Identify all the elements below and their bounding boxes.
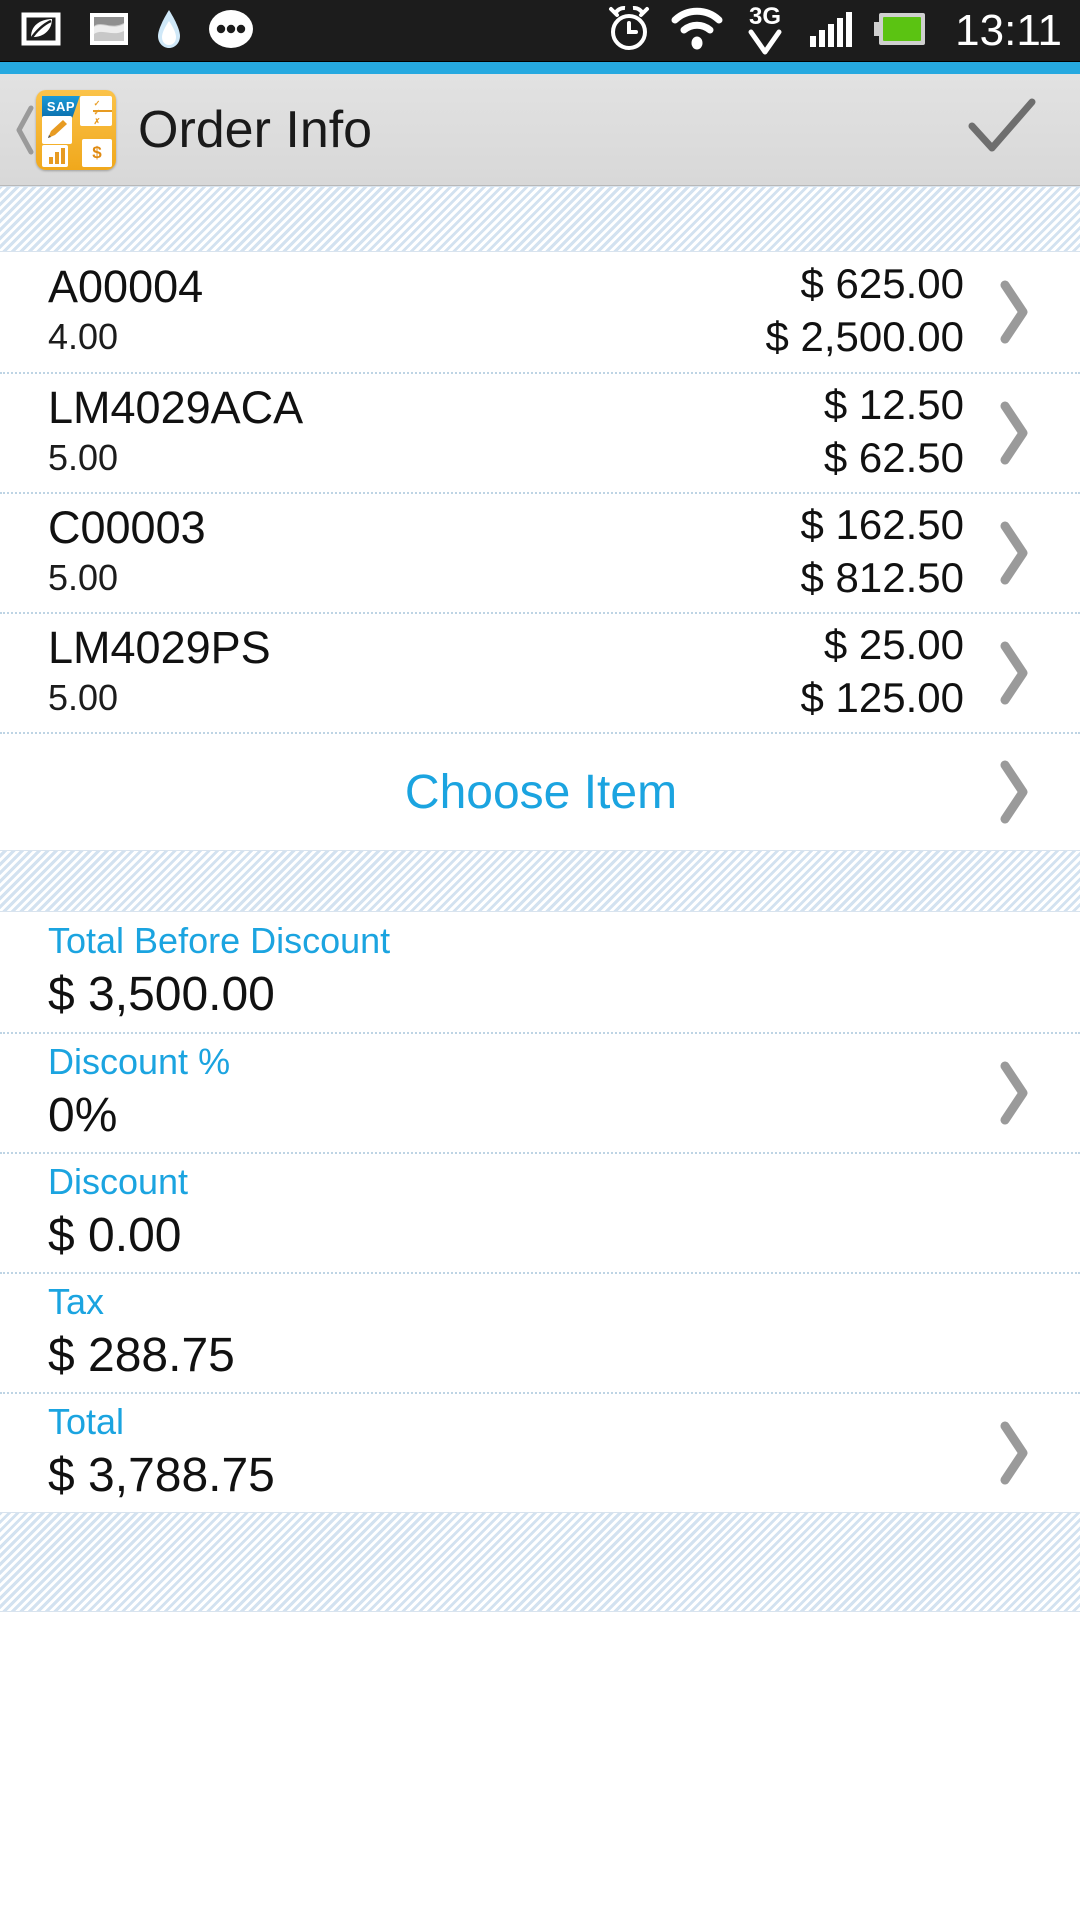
item-code: A00004 xyxy=(48,260,204,312)
item-line-total: $ 2,500.00 xyxy=(765,312,964,360)
3g-network-icon: 3G xyxy=(741,2,789,61)
table-row[interactable]: A00004 4.00 $ 625.00 $ 2,500.00 xyxy=(0,252,1080,372)
total-label: Discount % xyxy=(48,1041,231,1083)
item-amounts: $ 162.50 $ 812.50 xyxy=(800,500,965,605)
status-bar-right-icons: 3G 13:11 xyxy=(605,2,1062,61)
order-items-list: A00004 4.00 $ 625.00 $ 2,500.00 LM4029AC… xyxy=(0,252,1080,850)
status-bar-left-icons xyxy=(18,7,256,56)
item-unit-price: $ 12.50 xyxy=(823,380,964,428)
item-quantity: 5.00 xyxy=(48,557,119,599)
table-row[interactable]: LM4029PS 5.00 $ 25.00 $ 125.00 xyxy=(0,612,1080,732)
item-info: A00004 4.00 xyxy=(48,263,765,361)
total-label: Total Before Discount xyxy=(48,920,391,962)
pencil-tile-icon xyxy=(42,115,72,144)
item-quantity: 5.00 xyxy=(48,437,119,479)
item-info: LM4029ACA 5.00 xyxy=(48,384,824,482)
item-line-total: $ 62.50 xyxy=(823,433,964,481)
table-row[interactable]: C00003 5.00 $ 162.50 $ 812.50 xyxy=(0,492,1080,612)
item-amounts: $ 12.50 $ 62.50 xyxy=(823,380,964,485)
item-info: C00003 5.00 xyxy=(48,504,801,602)
item-amounts: $ 625.00 $ 2,500.00 xyxy=(765,259,965,364)
section-divider-bottom xyxy=(0,1512,1080,1612)
item-quantity: 5.00 xyxy=(48,677,119,719)
section-divider-top xyxy=(0,186,1080,252)
total-row-discount: Discount $ 0.00 xyxy=(0,1152,1080,1272)
status-bar: 3G 13:11 xyxy=(0,0,1080,62)
eco-leaf-icon xyxy=(18,9,64,54)
confirm-button[interactable] xyxy=(966,96,1038,163)
chevron-right-icon[interactable] xyxy=(994,518,1034,588)
page-title: Order Info xyxy=(138,100,373,159)
app-header: SAP ✓ ✓ ✗ $ Order Info xyxy=(0,74,1080,186)
status-bar-clock: 13:11 xyxy=(955,6,1062,55)
item-unit-price: $ 25.00 xyxy=(823,620,964,668)
item-code: LM4029PS xyxy=(48,621,271,673)
chevron-right-icon[interactable] xyxy=(994,1418,1034,1488)
item-unit-price: $ 625.00 xyxy=(800,259,965,307)
total-row-before-discount: Total Before Discount $ 3,500.00 xyxy=(0,912,1080,1032)
item-unit-price: $ 162.50 xyxy=(800,500,965,548)
gallery-image-icon xyxy=(86,8,132,55)
item-code: C00003 xyxy=(48,501,206,553)
item-line-total: $ 812.50 xyxy=(800,553,965,601)
total-value: $ 0.00 xyxy=(48,1208,182,1262)
total-value: $ 3,788.75 xyxy=(48,1448,275,1502)
item-quantity: 4.00 xyxy=(48,316,119,358)
order-totals-list: Total Before Discount $ 3,500.00 Discoun… xyxy=(0,912,1080,1512)
more-dots-icon xyxy=(206,7,256,56)
checklist-tile-icon: ✓ ✓ ✗ xyxy=(80,95,112,126)
item-amounts: $ 25.00 $ 125.00 xyxy=(800,620,965,725)
battery-icon xyxy=(873,8,929,55)
total-label: Tax xyxy=(48,1281,105,1323)
chevron-right-icon[interactable] xyxy=(994,638,1034,708)
chevron-right-icon[interactable] xyxy=(994,1058,1034,1128)
svg-text:3G: 3G xyxy=(749,3,781,30)
choose-item-row[interactable]: Choose Item xyxy=(0,732,1080,850)
total-value: $ 288.75 xyxy=(48,1328,235,1382)
total-label: Discount xyxy=(48,1161,189,1203)
total-row-tax: Tax $ 288.75 xyxy=(0,1272,1080,1392)
total-row-discount-percent[interactable]: Discount % 0% xyxy=(0,1032,1080,1152)
bar-chart-tile-icon xyxy=(42,144,68,167)
accent-line xyxy=(0,62,1080,74)
choose-item-label: Choose Item xyxy=(404,765,678,819)
dollar-tile-icon: $ xyxy=(82,138,112,167)
item-line-total: $ 125.00 xyxy=(800,673,965,721)
chevron-right-icon[interactable] xyxy=(994,398,1034,468)
wifi-icon xyxy=(671,7,723,56)
chevron-right-icon[interactable] xyxy=(994,277,1034,347)
alarm-clock-icon xyxy=(605,4,653,59)
total-label: Total xyxy=(48,1401,125,1443)
signal-bars-icon xyxy=(807,8,855,55)
total-row-total[interactable]: Total $ 3,788.75 xyxy=(0,1392,1080,1512)
total-value: $ 3,500.00 xyxy=(48,967,275,1021)
water-drop-icon xyxy=(154,7,184,56)
table-row[interactable]: LM4029ACA 5.00 $ 12.50 $ 62.50 xyxy=(0,372,1080,492)
item-code: LM4029ACA xyxy=(48,381,304,433)
chevron-right-icon[interactable] xyxy=(994,757,1034,827)
item-info: LM4029PS 5.00 xyxy=(48,624,801,722)
sap-app-icon[interactable]: SAP ✓ ✓ ✗ $ xyxy=(36,89,116,170)
section-divider-mid xyxy=(0,850,1080,912)
total-value: 0% xyxy=(48,1088,118,1142)
sap-logo-badge: SAP xyxy=(42,95,80,118)
